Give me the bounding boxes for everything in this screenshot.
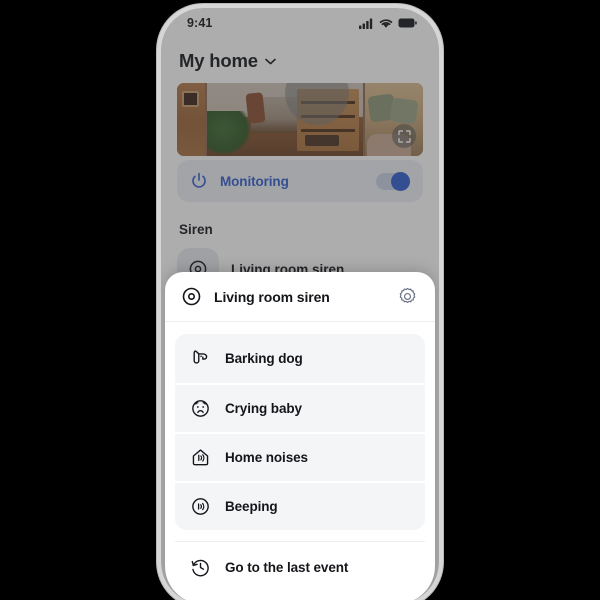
beep-sound-icon xyxy=(190,496,211,517)
signal-icon xyxy=(359,18,374,29)
history-clock-icon xyxy=(190,557,211,578)
sheet-footer: Go to the last event xyxy=(175,541,425,592)
list-item[interactable]: Crying baby xyxy=(175,383,425,432)
siren-icon xyxy=(181,286,202,307)
dog-icon xyxy=(190,348,211,369)
status-bar-time: 9:41 xyxy=(187,16,213,30)
decor-pillow-right xyxy=(389,97,419,125)
camera-pane-left xyxy=(177,83,205,156)
page-title: My home xyxy=(179,50,258,71)
sheet-header: Living room siren xyxy=(165,272,435,322)
status-bar: 9:41 xyxy=(161,8,439,38)
screenshot-root: 9:41 My home Monitoring Siren Living roo… xyxy=(0,0,600,600)
settings-button[interactable] xyxy=(398,287,417,306)
go-to-last-event-label: Go to the last event xyxy=(225,559,349,575)
list-item-label: Barking dog xyxy=(225,351,303,366)
camera-preview-strip[interactable] xyxy=(177,83,423,156)
list-item[interactable]: Beeping xyxy=(175,481,425,530)
list-item-label: Beeping xyxy=(225,499,278,514)
wifi-icon xyxy=(379,18,393,29)
baby-face-icon xyxy=(190,398,211,419)
list-item-label: Home noises xyxy=(225,450,308,465)
decor-rug xyxy=(305,135,339,146)
siren-section-title: Siren xyxy=(179,222,213,237)
camera-pane-center xyxy=(207,83,363,156)
chevron-down-icon[interactable] xyxy=(264,58,276,65)
list-item[interactable]: Barking dog xyxy=(175,334,425,383)
camera-pane-right xyxy=(365,83,423,156)
list-item[interactable]: Home noises xyxy=(175,432,425,481)
monitoring-label: Monitoring xyxy=(220,173,289,189)
fullscreen-expand-icon[interactable] xyxy=(392,124,416,148)
sound-options-list: Barking dog Crying baby Home noises Beep… xyxy=(175,334,425,530)
house-sound-icon xyxy=(190,447,211,468)
monitoring-toggle[interactable] xyxy=(376,171,410,191)
power-icon xyxy=(190,172,208,190)
status-bar-icons xyxy=(359,18,417,29)
decor-plant xyxy=(207,111,251,155)
siren-bottom-sheet: Living room siren Barking dog Crying bab… xyxy=(165,272,435,600)
list-item-label: Crying baby xyxy=(225,401,302,416)
sheet-title: Living room siren xyxy=(214,288,330,305)
phone-screen: 9:41 My home Monitoring Siren Living roo… xyxy=(161,8,439,600)
gear-icon[interactable] xyxy=(398,287,417,306)
home-title-row[interactable]: My home xyxy=(179,50,276,72)
battery-icon xyxy=(398,18,417,28)
monitoring-card[interactable]: Monitoring xyxy=(177,160,423,202)
go-to-last-event-button[interactable]: Go to the last event xyxy=(175,542,425,592)
